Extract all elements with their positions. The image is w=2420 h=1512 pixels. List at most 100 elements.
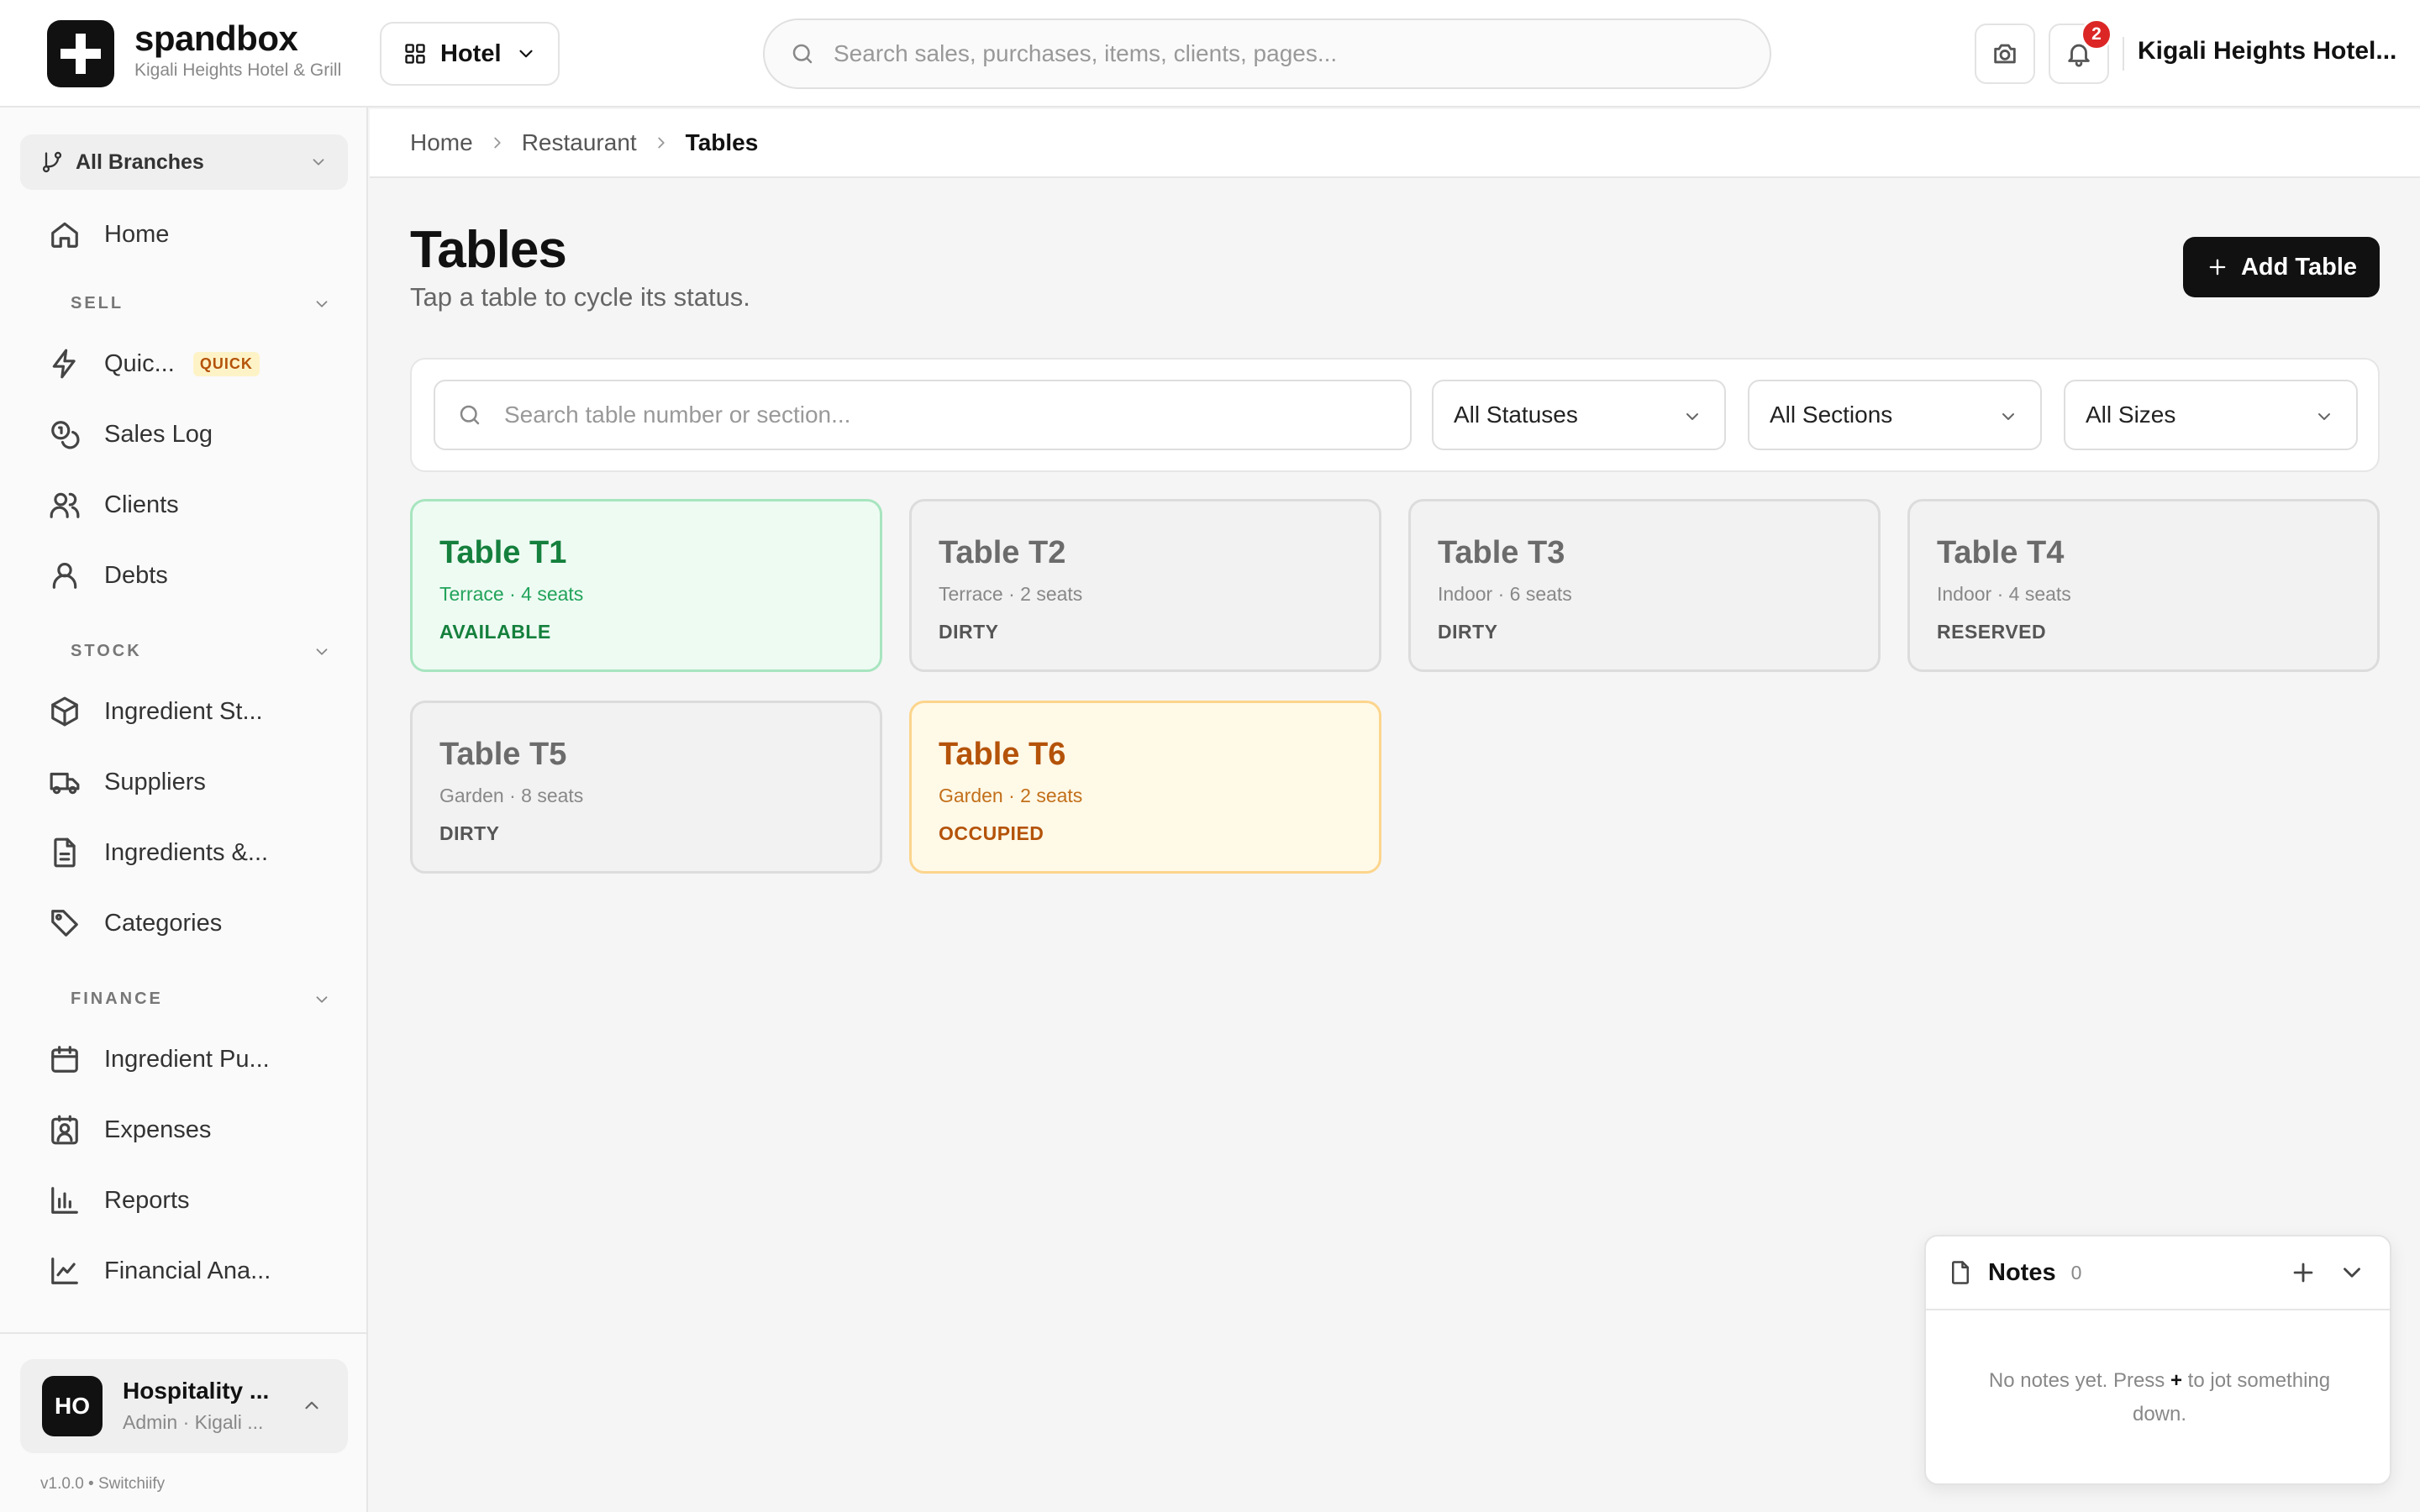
brand-subtitle: Kigali Heights Hotel & Grill: [134, 60, 342, 80]
sidebar-item-label: Quic...: [104, 349, 175, 377]
section-filter-select[interactable]: All Sections: [1748, 380, 2042, 450]
breadcrumb-home[interactable]: Home: [410, 129, 473, 156]
coins-icon: [51, 421, 80, 449]
sidebar-item-home[interactable]: Home: [20, 205, 348, 264]
chevron-down-icon: [316, 300, 328, 307]
size-filter-select[interactable]: All Sizes: [2064, 380, 2358, 450]
truck-icon: [50, 772, 80, 795]
sidebar-item-label: Ingredient Pu...: [104, 1045, 270, 1073]
chevron-down-icon: [316, 648, 328, 655]
table-card-t2[interactable]: Table T2 Terrace · 2 seats DIRTY: [909, 499, 1381, 672]
sidebar-item-debts[interactable]: Debts: [20, 546, 348, 605]
sidebar-item-sales-log[interactable]: Sales Log: [20, 405, 348, 464]
table-name: Table T2: [939, 535, 1066, 570]
global-search-input[interactable]: [834, 40, 1716, 67]
table-status: DIRTY: [1438, 621, 1498, 643]
sidebar-footer: HO Hospitality ... Admin · Kigali ... v1…: [0, 1332, 366, 1512]
search-icon: [460, 405, 480, 425]
plus-logo-icon: [60, 34, 101, 74]
package-icon: [51, 696, 78, 727]
table-status: AVAILABLE: [439, 621, 551, 643]
line-chart-icon: [51, 1257, 78, 1284]
table-card-t5[interactable]: Table T5 Garden · 8 seats DIRTY: [410, 701, 882, 874]
status-filter-select[interactable]: All Statuses: [1432, 380, 1726, 450]
chevron-down-icon: [1686, 413, 1698, 420]
chevron-down-icon: [316, 995, 328, 1003]
section-label: SELL: [71, 294, 124, 312]
status-filter-value: All Statuses: [1454, 402, 1578, 428]
plus-icon[interactable]: [2289, 1258, 2317, 1287]
sidebar-item-label: Ingredients &...: [104, 838, 269, 866]
page-title: Tables: [410, 221, 567, 279]
sidebar-item-ingredient-purchases[interactable]: Ingredient Pu...: [20, 1030, 348, 1089]
section-header-stock[interactable]: STOCK: [71, 642, 331, 661]
top-header: spandbox Kigali Heights Hotel & Grill Ho…: [0, 0, 2420, 108]
git-branch-icon: [42, 151, 62, 173]
file-text-icon: [54, 837, 76, 868]
section-header-sell[interactable]: SELL: [71, 294, 331, 313]
breadcrumb-restaurant[interactable]: Restaurant: [522, 129, 637, 156]
section-label: STOCK: [71, 642, 142, 660]
header-divider: [2123, 37, 2124, 71]
table-name: Table T3: [1438, 535, 1565, 570]
table-card-t4[interactable]: Table T4 Indoor · 4 seats RESERVED: [1907, 499, 2380, 672]
table-meta: Indoor · 6 seats: [1438, 583, 1572, 605]
table-status: DIRTY: [939, 621, 999, 643]
sidebar-item-label: Expenses: [104, 1116, 212, 1143]
branch-selector[interactable]: All Branches: [20, 134, 348, 190]
table-search-input[interactable]: [504, 402, 1395, 428]
table-name: Table T6: [939, 737, 1066, 772]
sidebar-item-expenses[interactable]: Expenses: [20, 1100, 348, 1159]
sidebar-item-suppliers[interactable]: Suppliers: [20, 753, 348, 811]
user-name: Hospitality ...: [123, 1378, 270, 1404]
sidebar-item-label: Categories: [104, 909, 223, 937]
lightning-icon: [52, 349, 76, 379]
version-label: v1.0.0 • Switchiify: [40, 1475, 166, 1493]
notes-panel: Notes 0 No notes yet. Press + to jot som…: [1924, 1235, 2391, 1485]
notes-empty-state: No notes yet. Press + to jot something d…: [1976, 1364, 2343, 1431]
grid-icon: [405, 44, 425, 64]
section-label: FINANCE: [71, 990, 163, 1008]
module-switcher-button[interactable]: Hotel: [380, 22, 560, 86]
sidebar-item-ingredient-stock[interactable]: Ingredient St...: [20, 682, 348, 741]
sidebar-item-categories[interactable]: Categories: [20, 894, 348, 953]
table-card-t1[interactable]: Table T1 Terrace · 4 seats AVAILABLE: [410, 499, 882, 672]
sidebar-item-financial-analytics[interactable]: Financial Ana...: [20, 1242, 348, 1300]
sidebar-item-label: Clients: [104, 491, 179, 518]
table-status: RESERVED: [1937, 621, 2047, 643]
table-name: Table T5: [439, 737, 567, 772]
camera-icon: [1994, 44, 2016, 64]
notifications-button[interactable]: 2: [2049, 18, 2112, 84]
notes-count: 0: [2070, 1261, 2082, 1284]
table-card-t6[interactable]: Table T6 Garden · 2 seats OCCUPIED: [909, 701, 1381, 874]
chevron-down-icon: [2318, 413, 2330, 420]
file-icon: [1952, 1261, 1969, 1284]
user-icon: [52, 562, 77, 589]
notes-header: Notes 0: [1926, 1236, 2390, 1310]
chevron-down-icon: [2002, 413, 2014, 420]
sidebar-item-ingredients-recipes[interactable]: Ingredients &...: [20, 823, 348, 882]
chevron-down-icon: [518, 50, 533, 58]
chevron-down-icon[interactable]: [2338, 1258, 2366, 1287]
section-header-finance[interactable]: FINANCE: [71, 990, 331, 1009]
account-menu[interactable]: Kigali Heights Hotel...: [2138, 37, 2396, 66]
chevron-up-icon: [305, 1401, 318, 1410]
sidebar-item-reports[interactable]: Reports: [20, 1171, 348, 1230]
add-table-button[interactable]: Add Table: [2183, 237, 2380, 297]
sidebar-item-label: Reports: [104, 1186, 190, 1214]
table-meta: Garden · 8 seats: [439, 785, 584, 806]
notes-empty-text: No notes yet. Press: [1988, 1369, 2165, 1392]
sidebar-item-quick-sale[interactable]: Quic... QUICK: [20, 334, 348, 393]
table-search: [434, 380, 1412, 450]
sidebar-item-label: Ingredient St...: [104, 697, 263, 725]
size-filter-value: All Sizes: [2086, 402, 2176, 428]
camera-button[interactable]: [1975, 24, 2035, 84]
brand-logo[interactable]: [47, 20, 114, 87]
sidebar-item-clients[interactable]: Clients: [20, 475, 348, 534]
user-menu[interactable]: HO Hospitality ... Admin · Kigali ...: [20, 1359, 348, 1453]
contact-card-icon: [51, 1115, 78, 1145]
chevron-down-icon: [313, 159, 324, 165]
table-card-t3[interactable]: Table T3 Indoor · 6 seats DIRTY: [1408, 499, 1881, 672]
notification-badge: 2: [2081, 18, 2112, 50]
page-subtitle: Tap a table to cycle its status.: [410, 282, 750, 312]
